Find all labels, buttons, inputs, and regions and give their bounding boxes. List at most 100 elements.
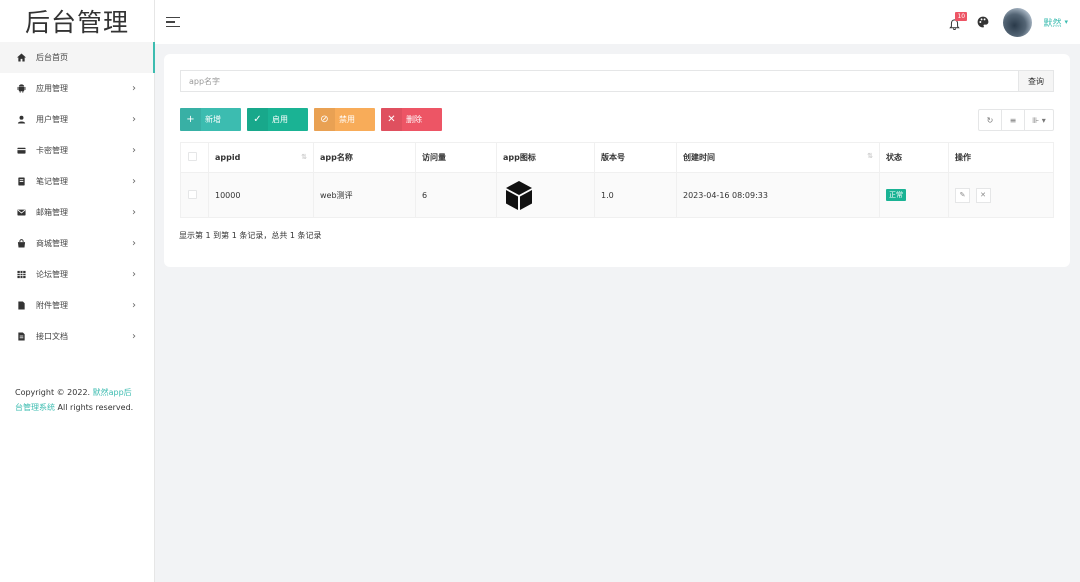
sidebar-item-label: 商城管理 xyxy=(36,238,132,249)
chevron-right-icon: › xyxy=(132,207,136,218)
sidebar-item-files[interactable]: 附件管理 › xyxy=(0,290,154,321)
cell-app-name: web测评 xyxy=(314,173,416,218)
cell-actions: ✎ ✕ xyxy=(949,173,1054,218)
user-icon xyxy=(15,114,27,126)
doc-icon xyxy=(15,331,27,343)
columns-icon[interactable]: ⊪ ▾ xyxy=(1025,110,1053,130)
header-appid[interactable]: appid⇅ xyxy=(209,143,314,173)
topbar-right: 10 默然 ▾ xyxy=(948,8,1080,37)
plus-icon: + xyxy=(180,108,201,131)
cell-version: 1.0 xyxy=(595,173,677,218)
cell-appid: 10000 xyxy=(209,173,314,218)
sidebar-item-label: 应用管理 xyxy=(36,83,132,94)
search-button[interactable]: 查询 xyxy=(1018,71,1053,91)
card-icon xyxy=(15,145,27,157)
header-visits: 访问量 xyxy=(416,143,497,173)
enable-button-label: 启用 xyxy=(268,114,298,125)
user-name[interactable]: 默然 xyxy=(1043,16,1061,29)
toggle-view-icon[interactable]: ≡ xyxy=(1002,110,1025,130)
copyright: Copyright © 2022. 默然app后台管理系统 All rights… xyxy=(15,385,139,415)
delete-button-label: 删除 xyxy=(402,114,432,125)
status-badge: 正常 xyxy=(886,189,906,201)
copyright-suffix: All rights reserved. xyxy=(58,403,134,412)
sidebar-item-label: 接口文档 xyxy=(36,331,132,342)
sidebar-item-users[interactable]: 用户管理 › xyxy=(0,104,154,135)
remove-button[interactable]: ✕ xyxy=(976,188,991,203)
pagination-info: 显示第 1 到第 1 条记录，总共 1 条记录 xyxy=(179,230,322,241)
search-input[interactable] xyxy=(181,71,1018,91)
sidebar-item-apps[interactable]: 应用管理 › xyxy=(0,73,154,104)
delete-button[interactable]: ✕ 删除 xyxy=(381,108,442,131)
sidebar-item-label: 后台首页 xyxy=(36,52,136,63)
chevron-right-icon: › xyxy=(132,114,136,125)
header-app-name: app名称 xyxy=(314,143,416,173)
chevron-right-icon: › xyxy=(132,300,136,311)
sidebar-item-mail[interactable]: 邮箱管理 › xyxy=(0,197,154,228)
cell-created: 2023-04-16 08:09:33 xyxy=(677,173,880,218)
sidebar-item-label: 卡密管理 xyxy=(36,145,132,156)
sidebar-menu: 后台首页 应用管理 › 用户管理 › 卡密管理 › 笔记管理 › 邮箱管理 › xyxy=(0,42,154,352)
android-icon xyxy=(15,83,27,95)
notification-bell[interactable]: 10 xyxy=(948,15,962,29)
sidebar-item-label: 用户管理 xyxy=(36,114,132,125)
header-created[interactable]: 创建时间⇅ xyxy=(677,143,880,173)
row-select-cell xyxy=(181,173,209,218)
check-icon: ✓ xyxy=(247,108,268,131)
sidebar-item-forum[interactable]: 论坛管理 › xyxy=(0,259,154,290)
disable-button-label: 禁用 xyxy=(335,114,365,125)
sidebar-item-label: 笔记管理 xyxy=(36,176,132,187)
add-button-label: 新增 xyxy=(201,114,231,125)
ban-icon: ⊘ xyxy=(314,108,335,131)
enable-button[interactable]: ✓ 启用 xyxy=(247,108,308,131)
palette-icon[interactable] xyxy=(977,16,989,28)
disable-button[interactable]: ⊘ 禁用 xyxy=(314,108,375,131)
brand-title: 后台管理 xyxy=(0,0,154,42)
sidebar-item-home[interactable]: 后台首页 xyxy=(0,42,154,73)
close-icon: ✕ xyxy=(381,108,402,131)
sidebar-item-label: 邮箱管理 xyxy=(36,207,132,218)
avatar[interactable] xyxy=(1003,8,1032,37)
header-status: 状态 xyxy=(880,143,949,173)
sidebar: 后台管理 后台首页 应用管理 › 用户管理 › 卡密管理 › 笔记管理 › 邮箱 xyxy=(0,0,155,582)
header-actions: 操作 xyxy=(949,143,1054,173)
table-header-row: appid⇅ app名称 访问量 app图标 版本号 创建时间⇅ 状态 操作 xyxy=(181,143,1054,173)
header-version: 版本号 xyxy=(595,143,677,173)
cell-status: 正常 xyxy=(880,173,949,218)
search-bar: 查询 xyxy=(180,70,1054,92)
add-button[interactable]: + 新增 xyxy=(180,108,241,131)
menu-toggle-icon[interactable] xyxy=(166,17,180,28)
notification-count: 10 xyxy=(955,12,967,21)
sidebar-item-api-docs[interactable]: 接口文档 › xyxy=(0,321,154,352)
sidebar-item-cards[interactable]: 卡密管理 › xyxy=(0,135,154,166)
data-table: appid⇅ app名称 访问量 app图标 版本号 创建时间⇅ 状态 操作 1… xyxy=(180,142,1054,218)
chevron-right-icon: › xyxy=(132,145,136,156)
sidebar-item-label: 论坛管理 xyxy=(36,269,132,280)
sidebar-item-notes[interactable]: 笔记管理 › xyxy=(0,166,154,197)
refresh-icon[interactable]: ↻ xyxy=(979,110,1002,130)
sort-icon[interactable]: ⇅ xyxy=(301,153,307,161)
cell-app-icon xyxy=(497,173,595,218)
home-icon xyxy=(15,52,27,64)
chevron-down-icon[interactable]: ▾ xyxy=(1064,18,1068,26)
chevron-right-icon: › xyxy=(132,269,136,280)
table-row: 10000 web测评 6 1.0 2023-04-16 08:09:33 正常… xyxy=(181,173,1054,218)
sidebar-item-shop[interactable]: 商城管理 › xyxy=(0,228,154,259)
row-checkbox[interactable] xyxy=(188,190,197,199)
file-icon xyxy=(15,300,27,312)
shop-icon xyxy=(15,238,27,250)
edit-button[interactable]: ✎ xyxy=(955,188,970,203)
topbar: 10 默然 ▾ xyxy=(155,0,1080,44)
header-app-icon: app图标 xyxy=(497,143,595,173)
table-icon xyxy=(15,269,27,281)
sidebar-item-label: 附件管理 xyxy=(36,300,132,311)
chevron-right-icon: › xyxy=(132,176,136,187)
cell-visits: 6 xyxy=(416,173,497,218)
chevron-right-icon: › xyxy=(132,238,136,249)
select-all-checkbox[interactable] xyxy=(188,152,197,161)
main-card: 查询 + 新增 ✓ 启用 ⊘ 禁用 ✕ 删除 ↻ ≡ ⊪ ▾ appid⇅ ap… xyxy=(164,54,1070,267)
note-icon xyxy=(15,176,27,188)
mail-icon xyxy=(15,207,27,219)
table-tools: ↻ ≡ ⊪ ▾ xyxy=(978,109,1054,131)
sort-icon[interactable]: ⇅ xyxy=(867,152,873,160)
cube-icon xyxy=(503,179,594,211)
